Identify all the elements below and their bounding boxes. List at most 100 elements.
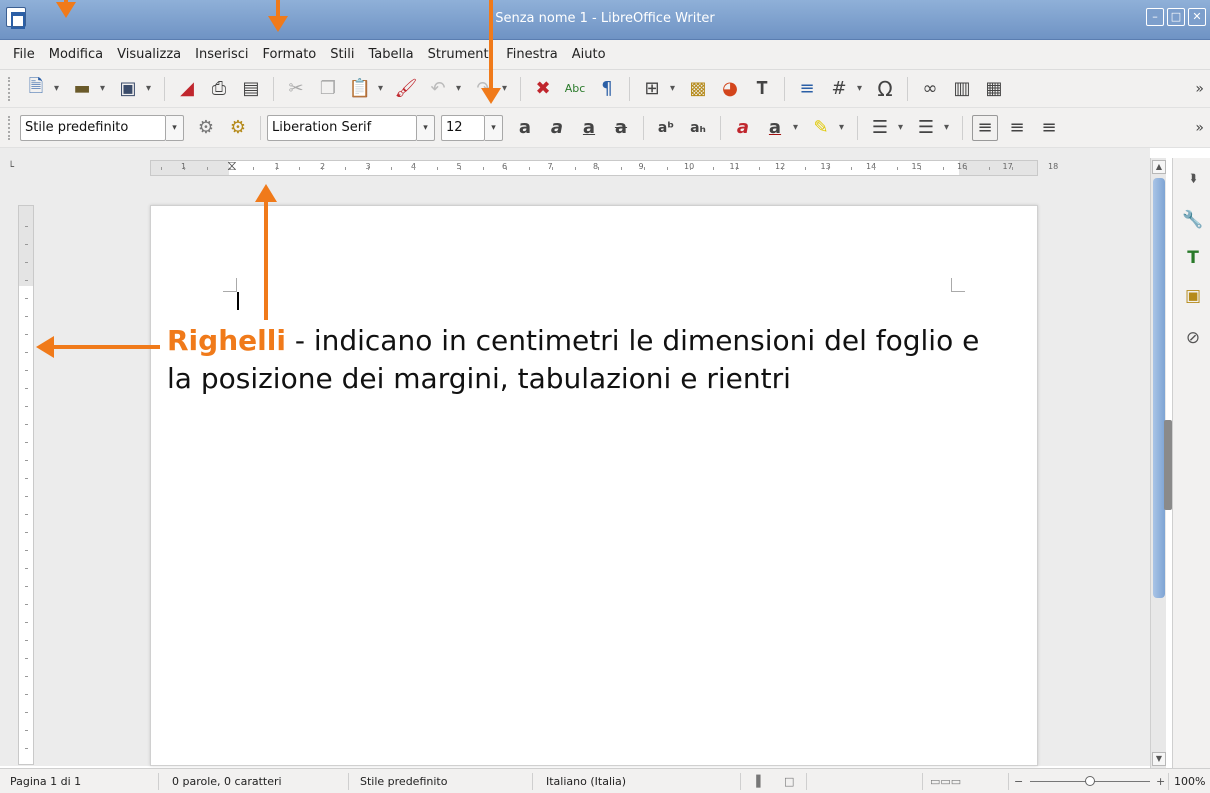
insert-field-icon[interactable]: #: [826, 76, 852, 102]
insert-textbox-icon[interactable]: 𝐓: [749, 76, 775, 102]
export-pdf-icon[interactable]: ◢: [174, 76, 200, 102]
hyperlink-icon[interactable]: ∞: [917, 76, 943, 102]
find-replace-icon[interactable]: ✖: [530, 76, 556, 102]
insert-image-icon[interactable]: ▩: [685, 76, 711, 102]
numbered-dropdown-icon[interactable]: ▾: [944, 122, 954, 133]
menu-modifica[interactable]: Modifica: [42, 47, 110, 62]
open-dropdown-icon[interactable]: ▾: [100, 83, 110, 94]
zoom-slider-knob[interactable]: [1085, 776, 1095, 786]
clone-formatting-icon[interactable]: 🖌: [393, 76, 419, 102]
cut-icon[interactable]: ✂: [283, 76, 309, 102]
menu-inserisci[interactable]: Inserisci: [188, 47, 255, 62]
vertical-ruler[interactable]: [18, 205, 34, 765]
superscript-icon[interactable]: aᵇ: [653, 115, 679, 141]
font-color-dropdown-icon[interactable]: ▾: [793, 122, 803, 133]
font-color-icon[interactable]: a: [762, 115, 788, 141]
save-icon[interactable]: ▣: [115, 76, 141, 102]
align-center-icon[interactable]: ≡: [1004, 115, 1030, 141]
menu-stili[interactable]: Stili: [323, 47, 361, 62]
document-modified-icon[interactable]: □: [784, 775, 794, 788]
paste-dropdown-icon[interactable]: ▾: [378, 83, 388, 94]
menu-file[interactable]: File: [6, 47, 42, 62]
font-size-dropdown-icon[interactable]: ▾: [485, 114, 503, 141]
menu-formato[interactable]: Formato: [256, 47, 324, 62]
minimize-button[interactable]: –: [1146, 8, 1164, 26]
status-language[interactable]: Italiano (Italia): [546, 775, 626, 788]
update-style-icon[interactable]: ⚙: [193, 115, 219, 141]
new-document-icon[interactable]: 🗎: [23, 76, 49, 102]
toolbar-overflow-icon[interactable]: »: [1195, 81, 1204, 97]
special-character-icon[interactable]: Ω: [872, 76, 898, 102]
menu-tabella[interactable]: Tabella: [361, 47, 420, 62]
paste-icon[interactable]: 📋: [347, 76, 373, 102]
highlight-color-icon[interactable]: ✎: [808, 115, 834, 141]
print-preview-icon[interactable]: ▤: [238, 76, 264, 102]
align-left-icon[interactable]: ≡: [972, 114, 998, 141]
font-name-combo[interactable]: Liberation Serif: [267, 114, 417, 141]
font-size-combo[interactable]: 12: [441, 114, 485, 141]
footnote-icon[interactable]: ▥: [949, 76, 975, 102]
align-right-icon[interactable]: ≡: [1036, 115, 1062, 141]
menu-finestra[interactable]: Finestra: [499, 47, 565, 62]
properties-wrench-icon[interactable]: 🔧: [1182, 210, 1204, 232]
status-page-style[interactable]: Stile predefinito: [360, 775, 447, 788]
scroll-thumb[interactable]: [1153, 178, 1165, 598]
maximize-button[interactable]: □: [1167, 8, 1185, 26]
menu-strumenti[interactable]: Strumenti: [421, 47, 500, 62]
insert-table-icon[interactable]: ⊞: [639, 76, 665, 102]
spellcheck-icon[interactable]: Abc: [562, 76, 588, 102]
comment-icon[interactable]: ▦: [981, 76, 1007, 102]
insert-chart-icon[interactable]: ◕: [717, 76, 743, 102]
status-page-count[interactable]: Pagina 1 di 1: [10, 775, 81, 788]
toolbar-grip[interactable]: [8, 76, 12, 101]
font-name-dropdown-icon[interactable]: ▾: [417, 114, 435, 141]
field-dropdown-icon[interactable]: ▾: [857, 83, 867, 94]
paragraph-style-dropdown-icon[interactable]: ▾: [166, 114, 184, 141]
document-page[interactable]: [150, 205, 1038, 766]
horizontal-ruler[interactable]: ⧖ 1123456789101112131415161718: [150, 159, 1058, 176]
new-style-icon[interactable]: ⚙: [225, 115, 251, 141]
new-dropdown-icon[interactable]: ▾: [54, 83, 64, 94]
zoom-level[interactable]: 100%: [1174, 775, 1205, 788]
table-dropdown-icon[interactable]: ▾: [670, 83, 680, 94]
subscript-icon[interactable]: aₕ: [685, 115, 711, 141]
scroll-up-icon[interactable]: ▲: [1152, 160, 1166, 174]
bullet-dropdown-icon[interactable]: ▾: [898, 122, 908, 133]
insert-mode-icon[interactable]: ▐: [752, 775, 760, 788]
bullet-list-icon[interactable]: ☰: [867, 115, 893, 141]
print-icon[interactable]: ⎙: [206, 76, 232, 102]
undo-icon[interactable]: ↶: [425, 76, 451, 102]
copy-icon[interactable]: ❐: [315, 76, 341, 102]
highlight-dropdown-icon[interactable]: ▾: [839, 122, 849, 133]
numbered-list-icon[interactable]: ☰: [913, 115, 939, 141]
toolbar-grip[interactable]: [8, 115, 12, 140]
sidebar-menu-icon[interactable]: ⮯: [1182, 172, 1204, 194]
status-word-count[interactable]: 0 parole, 0 caratteri: [172, 775, 282, 788]
open-folder-icon[interactable]: ▬: [69, 76, 95, 102]
styles-icon[interactable]: T: [1182, 248, 1204, 270]
bold-icon[interactable]: a: [512, 115, 538, 141]
close-button[interactable]: ✕: [1188, 8, 1206, 26]
toolbar-overflow-icon[interactable]: »: [1195, 120, 1204, 136]
menu-aiuto[interactable]: Aiuto: [565, 47, 613, 62]
redo-dropdown-icon[interactable]: ▾: [502, 83, 512, 94]
paragraph-style-combo[interactable]: Stile predefinito: [20, 114, 166, 141]
formatting-marks-icon[interactable]: ¶: [594, 76, 620, 102]
navigator-icon[interactable]: ⊘: [1182, 328, 1204, 350]
insert-page-break-icon[interactable]: ≡: [794, 76, 820, 102]
gallery-icon[interactable]: ▣: [1182, 286, 1204, 308]
strikethrough-icon[interactable]: a: [608, 115, 634, 141]
undo-dropdown-icon[interactable]: ▾: [456, 83, 466, 94]
sidebar-collapse-handle[interactable]: [1164, 420, 1172, 510]
save-dropdown-icon[interactable]: ▾: [146, 83, 156, 94]
menu-visualizza[interactable]: Visualizza: [110, 47, 188, 62]
clear-formatting-icon[interactable]: a: [730, 115, 756, 141]
tab-type-selector-icon[interactable]: └: [8, 162, 14, 173]
italic-icon[interactable]: a: [544, 115, 570, 141]
zoom-in-icon[interactable]: +: [1156, 775, 1165, 788]
underline-icon[interactable]: a: [576, 115, 602, 141]
zoom-out-icon[interactable]: −: [1014, 775, 1023, 788]
scroll-down-icon[interactable]: ▼: [1152, 752, 1166, 766]
indent-marker-icon[interactable]: ⧖: [227, 159, 237, 173]
view-layout-icon[interactable]: ▭▭▭: [930, 775, 961, 788]
